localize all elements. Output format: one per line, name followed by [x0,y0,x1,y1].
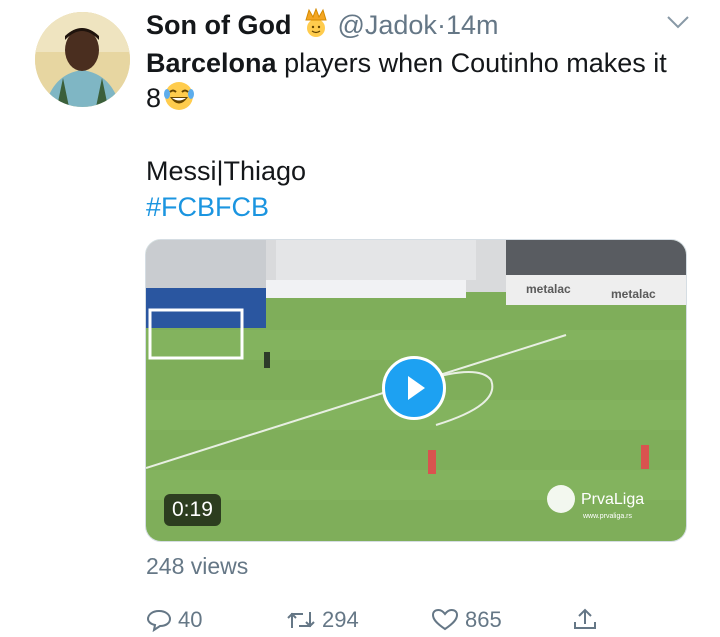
retweet-count: 294 [322,607,359,632]
share-icon [574,608,596,629]
reply-icon [146,609,172,632]
retweet-icon [287,612,315,628]
tweet-text-line2: 8 [146,80,195,121]
tweet-time[interactable]: 14m [446,10,499,40]
retweet-button[interactable]: 294 [286,607,359,633]
tweet-text-line3: Messi|Thiago [146,156,307,186]
tweet-text-line1: Barcelona players when Coutinho makes it [146,45,706,81]
avatar-image [35,12,130,107]
reply-count: 40 [178,607,203,632]
display-name[interactable]: Son of God [146,10,291,40]
hashtag-link[interactable]: #FCBFCB [146,189,269,225]
like-icon [431,608,459,631]
tweet-actions: 40 294 865 [146,607,706,637]
play-button[interactable] [382,356,446,420]
view-count: 248 views [146,553,249,579]
separator-dot: · [436,10,446,40]
avatar[interactable] [35,12,130,107]
like-count: 865 [465,607,502,632]
bold-word: Barcelona [146,48,277,78]
reply-button[interactable]: 40 [146,607,202,633]
tweet-line2-text: 8 [146,83,162,113]
tweet-header: Son of God @Jadok·14m [146,7,499,45]
user-handle[interactable]: @Jadok [337,10,436,40]
crown-emoji-icon [303,7,329,45]
tweet-text-rest: players when Coutinho makes it [276,48,667,78]
sponsor-board-2: metalac [611,287,656,301]
sponsor-board-1: metalac [526,282,571,296]
like-button[interactable]: 865 [431,607,502,633]
video-duration: 0:19 [164,494,221,526]
chevron-down-icon[interactable] [665,12,691,37]
laughing-emoji-icon [163,80,195,121]
league-logo-text: PrvaLiga [581,491,644,508]
league-url-text: www.prvaliga.rs [582,513,633,520]
video-player[interactable]: metalac metalac PrvaLiga www.prvaliga.rs… [145,239,687,542]
share-button[interactable] [571,607,599,631]
play-icon [408,376,425,400]
